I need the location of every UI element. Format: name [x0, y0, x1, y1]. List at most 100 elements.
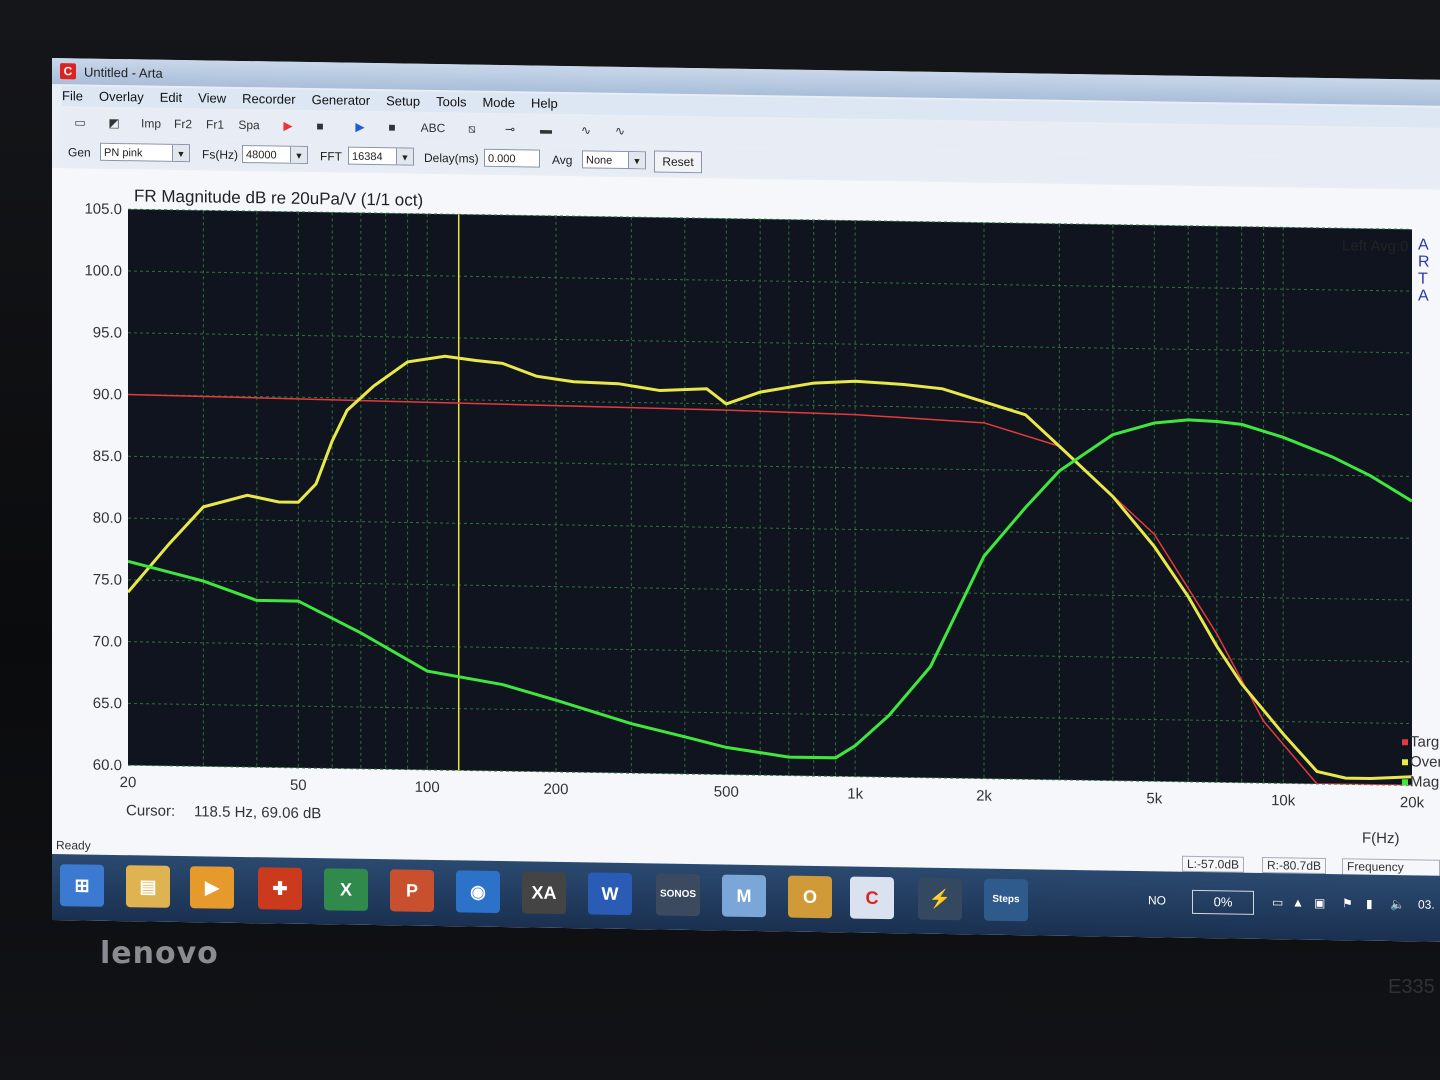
delay-input[interactable]: 0.000	[484, 148, 540, 168]
x-tick-label: 10k	[1271, 792, 1296, 809]
legend-label: Targ	[1410, 733, 1439, 750]
y-tick-label: 70.0	[93, 633, 122, 650]
scope-icon[interactable]: ∿	[608, 121, 632, 141]
card-icon[interactable]: ▬	[534, 120, 558, 140]
steps-icon[interactable]: Steps	[984, 878, 1028, 922]
menu-edit[interactable]: Edit	[160, 88, 182, 107]
x-tick-label: 50	[290, 777, 307, 794]
stop2-icon[interactable]: ■	[380, 117, 404, 137]
fs-select[interactable]: 48000 ▼	[242, 144, 308, 165]
legend-label: Over	[1410, 753, 1440, 771]
open-icon[interactable]: ◩	[102, 113, 126, 133]
excel-icon[interactable]: X	[324, 868, 368, 911]
word-icon[interactable]: W	[588, 872, 632, 916]
power-icon[interactable]: ▭	[1272, 895, 1283, 909]
y-tick-label: 95.0	[93, 324, 122, 341]
fft-value: 16384	[352, 150, 383, 164]
volume-icon[interactable]: 🔈	[1390, 897, 1405, 911]
xa-icon[interactable]: XA	[522, 871, 566, 915]
fr1-button[interactable]: Fr1	[200, 114, 230, 134]
menu-overlay[interactable]: Overlay	[99, 87, 144, 107]
chevron-down-icon: ▼	[396, 148, 413, 165]
network-icon[interactable]: ▣	[1314, 896, 1325, 910]
chart-title: FR Magnitude dB re 20uPa/V (1/1 oct)	[134, 186, 423, 210]
y-tick-label: 65.0	[93, 695, 122, 712]
generator-value: PN pink	[104, 146, 143, 160]
legend-swatch	[1402, 759, 1408, 766]
abc-icon[interactable]: ABC	[418, 118, 448, 138]
status-ready: Ready	[56, 838, 91, 853]
flag-icon[interactable]: ⚑	[1342, 896, 1353, 910]
y-tick-label: 90.0	[93, 386, 122, 403]
menu-setup[interactable]: Setup	[386, 91, 420, 111]
cable-icon[interactable]: ⊸	[498, 119, 522, 139]
arta-side-letter: A	[1418, 236, 1429, 253]
sonos-icon[interactable]: SONOS	[656, 873, 700, 917]
menu-view[interactable]: View	[198, 88, 226, 107]
powerpoint-icon[interactable]: P	[390, 869, 434, 913]
laptop-model: E335	[1388, 976, 1435, 998]
m-icon[interactable]: M	[722, 874, 766, 918]
screen: C Untitled - Arta File Overlay Edit View Rec…	[52, 58, 1440, 942]
tray-arrow-icon[interactable]: ▲	[1292, 895, 1304, 909]
fs-label: Fs(Hz)	[202, 147, 238, 162]
x-tick-label: 5k	[1146, 790, 1162, 807]
imp-button[interactable]: Imp	[136, 113, 166, 133]
plot-area[interactable]: 105.0 100.0 95.0 90.0 85.0 80.0 75.0 70.0 65.0 60…	[52, 168, 1440, 880]
left-level: L:-57.0dB	[1182, 855, 1245, 873]
menu-recorder[interactable]: Recorder	[242, 89, 295, 109]
record-icon[interactable]: ▶	[276, 116, 300, 136]
chevron-down-icon: ▼	[628, 152, 645, 169]
legend-swatch	[1402, 739, 1408, 746]
menu-help[interactable]: Help	[531, 94, 558, 113]
laptop-brand: lenovo	[100, 936, 219, 971]
legend-swatch	[1402, 779, 1408, 786]
x-tick-label: 20k	[1400, 794, 1425, 811]
avg-label: Avg	[552, 152, 573, 168]
fft-select[interactable]: 16384 ▼	[348, 146, 414, 166]
arta-side-letter: A	[1418, 287, 1429, 304]
menu-mode[interactable]: Mode	[482, 93, 515, 113]
arta-icon[interactable]: C	[850, 876, 894, 920]
y-tick-label: 85.0	[93, 448, 122, 465]
explorer-icon[interactable]: ▤	[126, 865, 170, 908]
spa-button[interactable]: Spa	[234, 115, 264, 135]
clock[interactable]: 03.	[1418, 897, 1435, 911]
x-tick-label: 1k	[847, 785, 863, 802]
stop-icon[interactable]: ■	[308, 116, 332, 136]
play-icon[interactable]: ▶	[348, 117, 372, 137]
wmp-icon[interactable]: ◉	[456, 870, 500, 914]
reset-button[interactable]: Reset	[654, 150, 702, 174]
menu-tools[interactable]: Tools	[436, 92, 466, 111]
delay-value: 0.000	[488, 152, 516, 166]
frequency-response-chart[interactable]: 105.0 100.0 95.0 90.0 85.0 80.0 75.0 70.0 65.0 60…	[52, 168, 1440, 880]
generator-select[interactable]: PN pink ▼	[100, 142, 190, 163]
language-indicator[interactable]: NO	[1148, 893, 1166, 907]
avg-select[interactable]: None ▼	[582, 150, 646, 170]
avg-value: None	[586, 154, 613, 167]
right-level: R:-80.7dB	[1262, 857, 1327, 875]
chevron-down-icon: ▼	[172, 144, 189, 162]
outlook-icon[interactable]: O	[788, 875, 832, 919]
delay-label: Delay(ms)	[424, 150, 479, 166]
battery-indicator[interactable]: 0%	[1192, 889, 1254, 915]
wave-icon[interactable]: ∿	[574, 120, 598, 140]
start-orb-icon[interactable]: ⊞	[60, 864, 104, 907]
battery-tray-icon[interactable]: ▮	[1366, 897, 1373, 911]
x-tick-label: 100	[415, 779, 440, 796]
arta-side-letter: R	[1418, 253, 1430, 270]
fr2-button[interactable]: Fr2	[168, 114, 198, 134]
media-player-icon[interactable]: ▶	[190, 866, 234, 909]
arta-app-icon: C	[60, 63, 76, 80]
bolt-icon[interactable]: ⚡	[918, 877, 962, 921]
arta-side-letter: T	[1418, 270, 1428, 287]
plot-background	[128, 209, 1412, 786]
menu-generator[interactable]: Generator	[312, 90, 371, 110]
menu-file[interactable]: File	[62, 86, 83, 105]
app-red-icon[interactable]: ✚	[258, 867, 302, 910]
x-axis-label: F(Hz)	[1362, 830, 1399, 848]
new-icon[interactable]: ▭	[68, 112, 92, 132]
cut-icon[interactable]: ⧅	[460, 118, 484, 138]
cursor-label: Cursor:	[126, 802, 175, 820]
channel-info: Left Avg:0	[1342, 237, 1408, 255]
